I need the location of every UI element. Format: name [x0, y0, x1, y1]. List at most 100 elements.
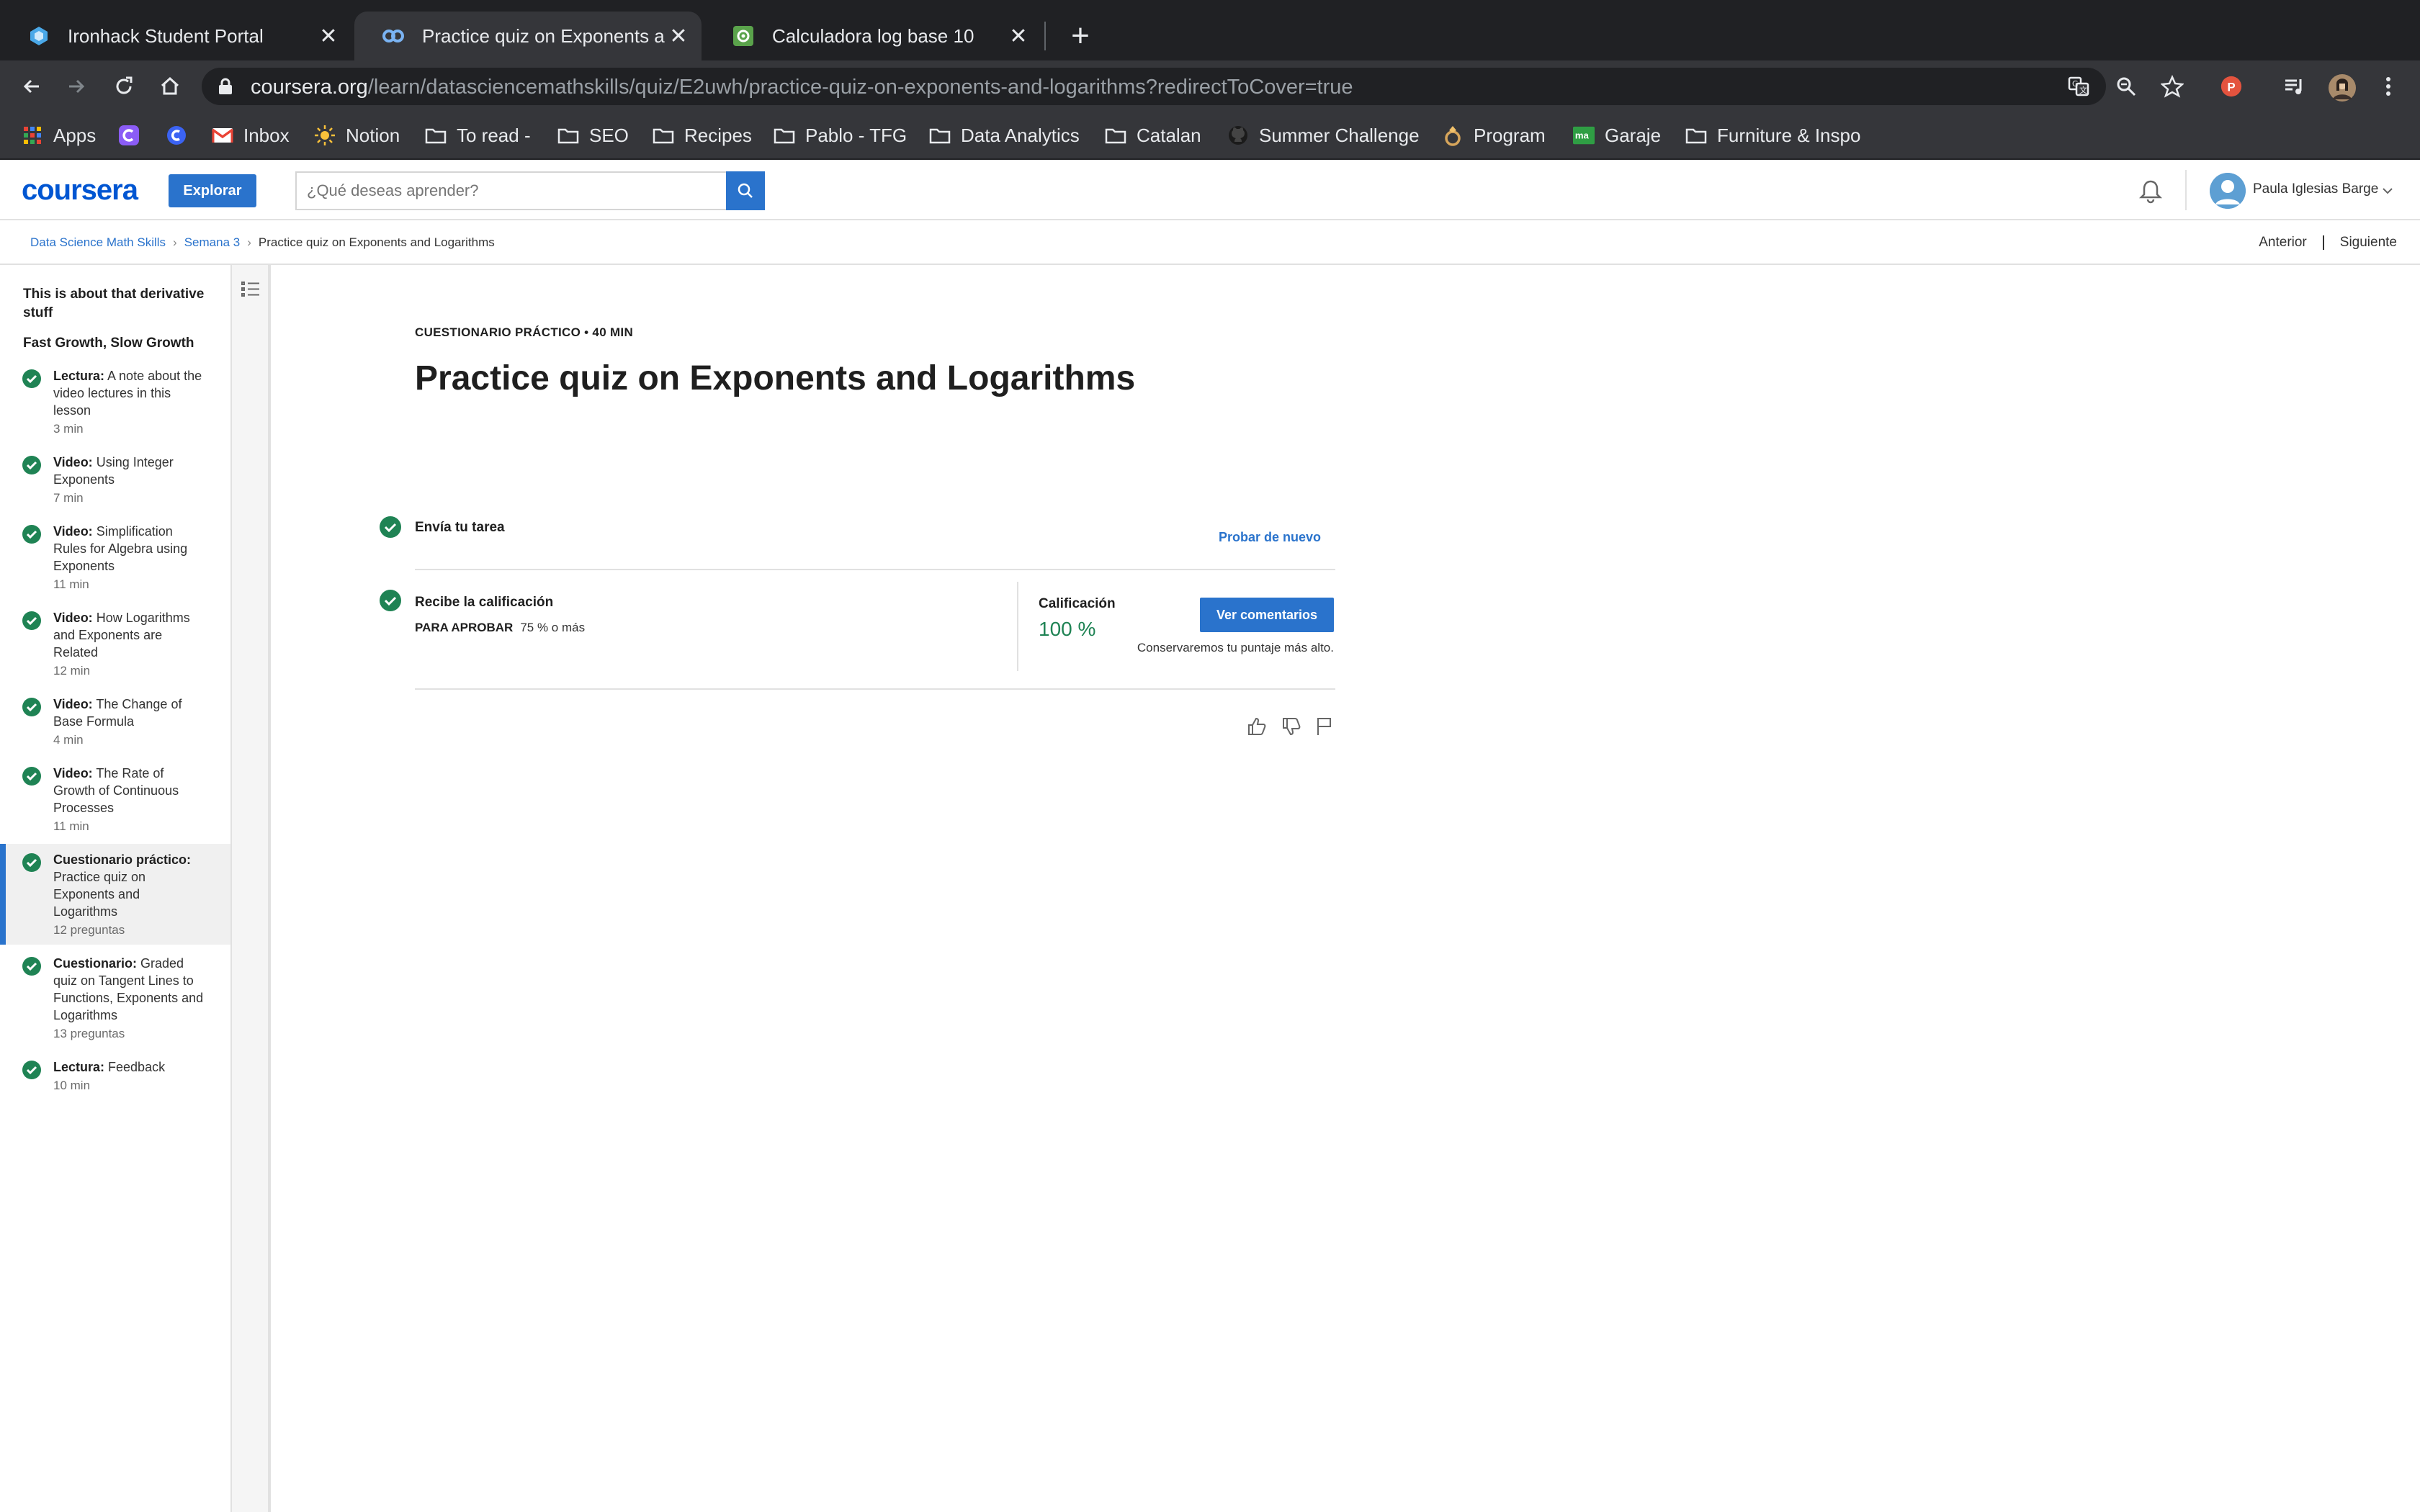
item-meta: 3 min	[53, 422, 84, 436]
browser-tab-bar: Ironhack Student Portal ✕ Practice quiz …	[0, 0, 2420, 60]
avatar[interactable]	[2210, 173, 2246, 209]
bookmark-seo[interactable]: SEO	[557, 122, 629, 148]
bookmark-apps[interactable]: Apps	[22, 122, 96, 148]
translate-icon[interactable]: G文	[2067, 75, 2090, 98]
bookmark-notion[interactable]: Notion	[314, 122, 400, 148]
coursera-icon	[382, 24, 405, 48]
dislike-button[interactable]	[1281, 716, 1302, 737]
bookmark-to-read[interactable]: To read -	[425, 122, 531, 148]
check-circle-icon	[22, 698, 41, 716]
grade-value: 100 %	[1039, 618, 1096, 640]
next-link[interactable]: Siguiente	[2340, 235, 2397, 251]
like-button[interactable]	[1246, 716, 1268, 737]
sidebar-item-logarithms-exponents[interactable]: Video: How Logarithms and Exponents are …	[0, 609, 230, 688]
close-icon[interactable]: ✕	[315, 23, 341, 49]
bookmark-recipes[interactable]: Recipes	[653, 122, 752, 148]
sidebar-item-graded-quiz[interactable]: Cuestionario: Graded quiz on Tangent Lin…	[0, 955, 230, 1048]
breadcrumb-bar: Data Science Math Skills › Semana 3 › Pr…	[0, 220, 2420, 265]
forward-button[interactable]	[59, 69, 94, 104]
item-meta: 11 min	[53, 577, 89, 591]
home-button[interactable]	[153, 69, 187, 104]
nav-divider	[2322, 235, 2324, 250]
sidebar-item-simplification-rules[interactable]: Video: Simplification Rules for Algebra …	[0, 523, 230, 602]
view-feedback-button[interactable]: Ver comentarios	[1200, 598, 1334, 632]
bookmark-program[interactable]: Program	[1442, 122, 1546, 148]
tab-title: Calculadora log base 10	[772, 24, 974, 47]
home-icon	[161, 76, 179, 95]
bookmark-furniture-inspo[interactable]: Furniture & Inspo	[1685, 122, 1860, 148]
check-circle-icon	[22, 456, 41, 474]
item-meta: 10 min	[53, 1079, 91, 1092]
lock-icon	[219, 78, 232, 94]
close-icon[interactable]: ✕	[1005, 23, 1031, 49]
bookmark-pablo-tfg[interactable]: Pablo - TFG	[774, 122, 907, 148]
bell-icon	[2138, 180, 2163, 204]
bookmark-inbox[interactable]: Inbox	[212, 122, 290, 148]
check-circle-icon	[22, 767, 41, 786]
tab-coursera-quiz[interactable]: Practice quiz on Exponents and Logarithm…	[354, 12, 702, 60]
sidebar-item-practice-quiz[interactable]: Cuestionario práctico: Practice quiz on …	[0, 844, 230, 945]
sidebar-toggle-button[interactable]	[239, 278, 262, 301]
tab-ironhack[interactable]: Ironhack Student Portal ✕	[0, 12, 351, 60]
svg-text:P: P	[2227, 81, 2235, 94]
submit-step-label: Envía tu tarea	[415, 520, 505, 535]
check-circle-icon	[22, 611, 41, 630]
chevron-down-icon[interactable]	[2381, 184, 2394, 197]
check-circle-icon	[380, 516, 401, 538]
sidebar-item-feedback[interactable]: Lectura: Feedback 10 min	[0, 1058, 230, 1109]
user-name[interactable]: Paula Iglesias Barge	[2253, 181, 2378, 197]
back-button[interactable]	[14, 69, 49, 104]
app-icon-purple	[118, 125, 140, 146]
browser-toolbar: coursera.org/learn/datasciencemathskills…	[0, 60, 2420, 112]
sidebar-item-note-video-lectures[interactable]: Lectura: A note about the video lectures…	[0, 367, 230, 446]
pass-requirement: PARA APROBAR 75 % o más	[415, 621, 586, 634]
gmail-icon	[212, 125, 233, 146]
close-icon[interactable]: ✕	[666, 23, 691, 49]
bookmark-star-icon[interactable]	[2161, 75, 2184, 98]
sidebar-item-rate-of-growth[interactable]: Video: The Rate of Growth of Continuous …	[0, 765, 230, 844]
check-circle-icon	[22, 1061, 41, 1079]
search-button[interactable]	[726, 171, 765, 210]
page-title: Practice quiz on Exponents and Logarithm…	[415, 359, 1136, 397]
address-bar[interactable]: coursera.org/learn/datasciencemathskills…	[202, 68, 2106, 105]
item-meta: 4 min	[53, 733, 84, 747]
forward-arrow-icon	[69, 79, 85, 94]
new-tab-button[interactable]: +	[1063, 18, 1098, 53]
chrome-menu-icon[interactable]	[2377, 75, 2400, 98]
bookmark-garaje[interactable]: ma Garaje	[1573, 122, 1661, 148]
previous-link[interactable]: Anterior	[2259, 235, 2307, 251]
zoom-icon[interactable]	[2115, 75, 2138, 98]
folder-icon	[425, 125, 447, 146]
sidebar-item-integer-exponents[interactable]: Video: Using Integer Exponents 7 min	[0, 454, 230, 516]
tab-divider	[1044, 22, 1046, 50]
explore-button[interactable]: Explorar	[169, 174, 256, 207]
coursera-header: coursera Explorar Paula Iglesias Barge	[0, 160, 2420, 220]
check-circle-icon	[22, 853, 41, 872]
bookmark-app-purple[interactable]	[118, 122, 150, 148]
highest-score-note: Conservaremos tu puntaje más alto.	[1137, 641, 1334, 654]
retry-link[interactable]: Probar de nuevo	[1219, 530, 1321, 545]
breadcrumb-course[interactable]: Data Science Math Skills	[30, 235, 166, 250]
item-meta: 12 min	[53, 664, 91, 678]
sidebar-item-change-of-base[interactable]: Video: The Change of Base Formula 4 min	[0, 696, 230, 757]
reload-button[interactable]	[107, 69, 141, 104]
profile-avatar-icon[interactable]	[2328, 73, 2357, 102]
breadcrumb-week[interactable]: Semana 3	[184, 235, 241, 250]
user-avatar-icon	[2210, 173, 2246, 209]
svg-text:G: G	[2072, 79, 2079, 89]
bookmark-data-analytics[interactable]: Data Analytics	[929, 122, 1080, 148]
tab-calculadora[interactable]: Calculadora log base 10 ✕	[704, 12, 1041, 60]
report-button[interactable]	[1314, 716, 1335, 737]
folder-icon	[929, 125, 951, 146]
search-input[interactable]	[295, 171, 727, 210]
extension-p-icon[interactable]: P	[2220, 75, 2243, 98]
notifications-button[interactable]	[2136, 177, 2165, 206]
coursera-logo[interactable]: coursera	[22, 174, 138, 207]
folder-icon	[1105, 125, 1126, 146]
bookmark-summer-challenge[interactable]: Summer Challenge	[1227, 122, 1420, 148]
url-text: coursera.org/learn/datasciencemathskills…	[251, 76, 1353, 99]
media-queue-icon[interactable]	[2283, 75, 2306, 98]
bookmark-catalan[interactable]: Catalan	[1105, 122, 1201, 148]
reload-icon	[116, 76, 133, 94]
bookmark-app-blue[interactable]	[166, 122, 197, 148]
